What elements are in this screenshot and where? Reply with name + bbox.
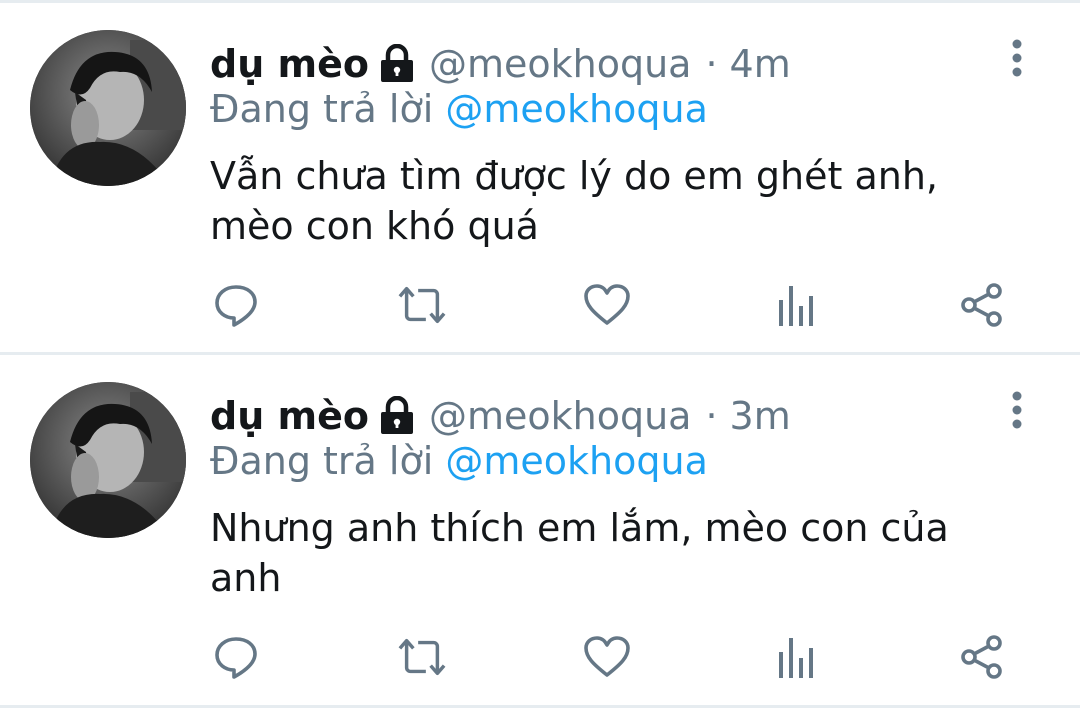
heart-icon[interactable] bbox=[582, 280, 632, 330]
reply-icon[interactable] bbox=[211, 280, 261, 330]
tweet[interactable]: dụ mèo @meokhoqua · 3m Đang trả lời @meo… bbox=[0, 355, 1080, 705]
separator-dot: · bbox=[705, 394, 718, 438]
reply-icon[interactable] bbox=[211, 632, 261, 682]
reply-context: Đang trả lời @meokhoqua bbox=[210, 87, 708, 131]
user-handle[interactable]: @meokhoqua bbox=[429, 42, 691, 86]
analytics-icon[interactable] bbox=[771, 280, 821, 330]
timestamp[interactable]: 4m bbox=[730, 42, 791, 86]
tweet-header: dụ mèo @meokhoqua · 3m bbox=[210, 391, 791, 441]
reply-prefix: Đang trả lời bbox=[210, 439, 434, 483]
tweet-text-line: Nhưng anh thích em lắm, mèo con của bbox=[210, 506, 949, 550]
tweet-actions bbox=[0, 632, 1080, 688]
share-icon[interactable] bbox=[957, 632, 1007, 682]
more-vertical-icon[interactable] bbox=[1000, 37, 1034, 81]
display-name[interactable]: dụ mèo bbox=[210, 42, 369, 86]
separator-dot: · bbox=[705, 42, 718, 86]
tweet[interactable]: dụ mèo @meokhoqua · 4m Đang trả lời @meo… bbox=[0, 3, 1080, 353]
tweet-header: dụ mèo @meokhoqua · 4m bbox=[210, 39, 791, 89]
display-name[interactable]: dụ mèo bbox=[210, 394, 369, 438]
tweet-text-line: mèo con khó quá bbox=[210, 204, 539, 248]
tweet-text: Nhưng anh thích em lắm, mèo con của anh bbox=[210, 503, 1010, 603]
tweet-text: Vẫn chưa tìm được lý do em ghét anh, mèo… bbox=[210, 151, 1010, 251]
retweet-icon[interactable] bbox=[397, 280, 447, 330]
reply-mention-link[interactable]: @meokhoqua bbox=[445, 439, 707, 483]
tweet-actions bbox=[0, 280, 1080, 336]
tweet-text-line: anh bbox=[210, 556, 282, 600]
timestamp[interactable]: 3m bbox=[730, 394, 791, 438]
tweet-text-line: Vẫn chưa tìm được lý do em ghét anh, bbox=[210, 154, 938, 198]
analytics-icon[interactable] bbox=[771, 632, 821, 682]
user-handle[interactable]: @meokhoqua bbox=[429, 394, 691, 438]
reply-context: Đang trả lời @meokhoqua bbox=[210, 439, 708, 483]
lock-icon bbox=[379, 395, 415, 436]
tweet-feed: dụ mèo @meokhoqua · 4m Đang trả lời @meo… bbox=[0, 0, 1080, 710]
reply-mention-link[interactable]: @meokhoqua bbox=[445, 87, 707, 131]
share-icon[interactable] bbox=[957, 280, 1007, 330]
avatar[interactable] bbox=[30, 30, 186, 186]
more-vertical-icon[interactable] bbox=[1000, 389, 1034, 433]
divider bbox=[0, 705, 1080, 708]
reply-prefix: Đang trả lời bbox=[210, 87, 434, 131]
avatar[interactable] bbox=[30, 382, 186, 538]
retweet-icon[interactable] bbox=[397, 632, 447, 682]
lock-icon bbox=[379, 43, 415, 84]
heart-icon[interactable] bbox=[582, 632, 632, 682]
